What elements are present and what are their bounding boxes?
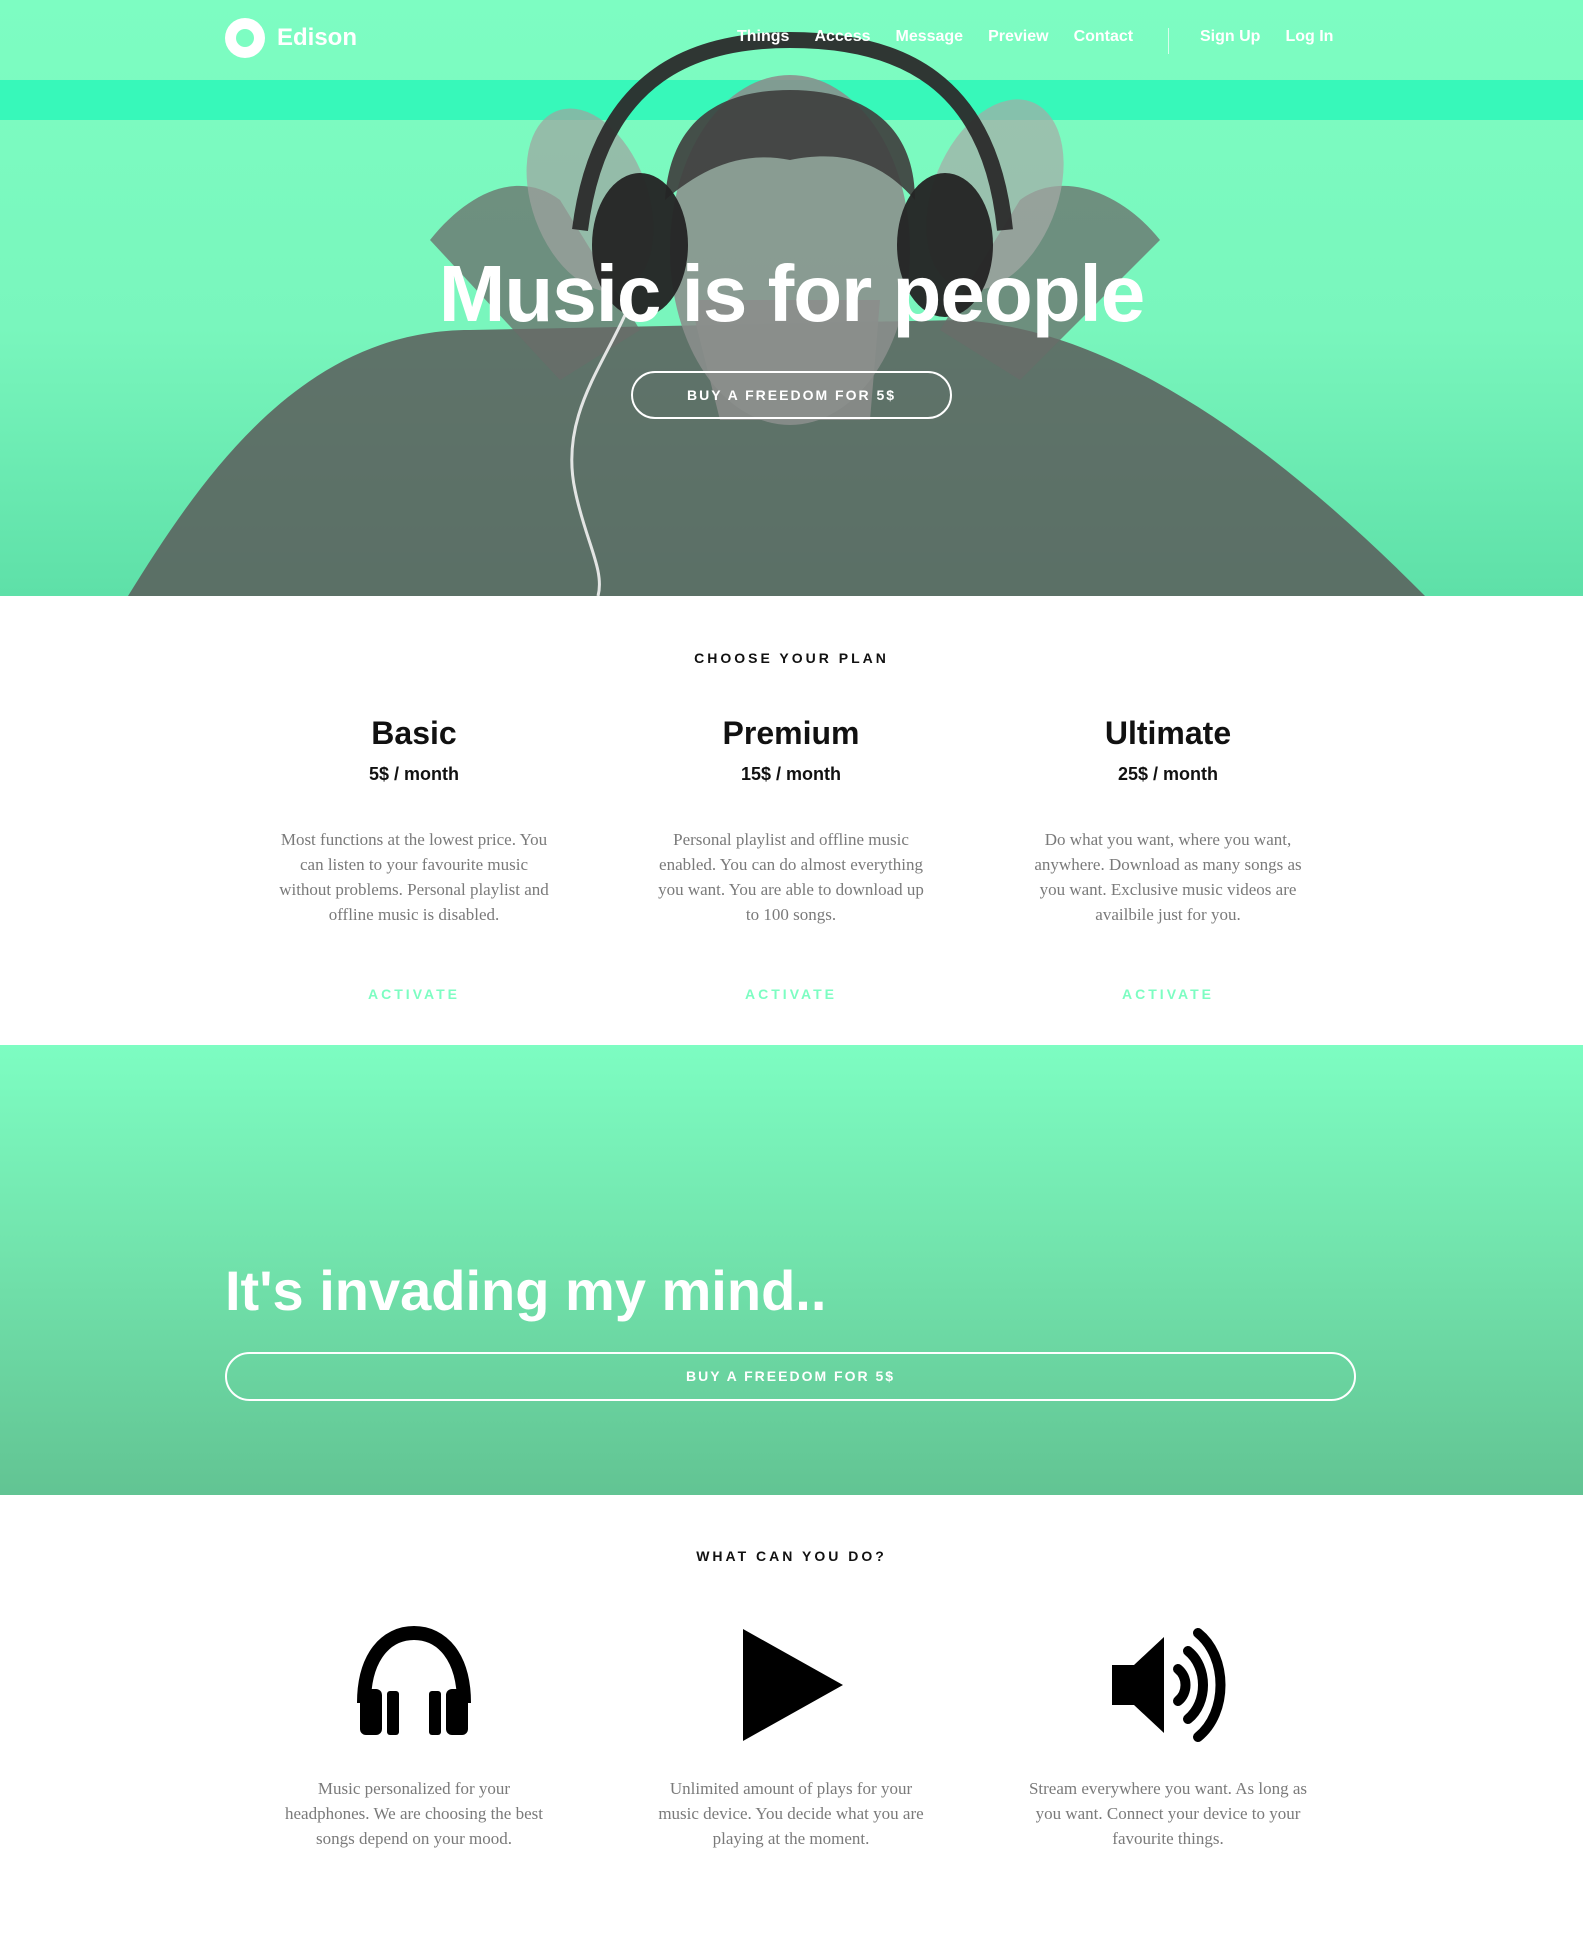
plan-description: Personal playlist and offline music enab… bbox=[658, 830, 924, 924]
plan-description: Do what you want, where you want, anywhe… bbox=[1034, 830, 1302, 924]
brand-logo[interactable]: Edison bbox=[225, 18, 357, 58]
nav-link-contact[interactable]: Contact bbox=[1074, 28, 1134, 46]
hero-section: Edison Things Access Message Preview Con… bbox=[0, 0, 1583, 596]
promo-title: It's invading my mind.. bbox=[225, 1259, 827, 1322]
activate-ultimate-button[interactable]: ACTIVATE bbox=[1028, 986, 1308, 1002]
nav-divider bbox=[1168, 28, 1169, 54]
feature-play-description: Unlimited amount of plays for your music… bbox=[658, 1779, 924, 1848]
hero-buy-button[interactable]: BUY A FREEDOM FOR 5$ bbox=[631, 371, 952, 419]
nav-link-preview[interactable]: Preview bbox=[988, 28, 1048, 46]
hero-title: Music is for people bbox=[438, 249, 1146, 338]
nav-link-things[interactable]: Things bbox=[737, 28, 789, 46]
top-navbar: Edison Things Access Message Preview Con… bbox=[0, 0, 1583, 80]
brand-name: Edison bbox=[277, 24, 358, 51]
plan-card-premium: Premium 15$ / month Personal playlist an… bbox=[651, 715, 931, 927]
play-icon bbox=[743, 1629, 843, 1741]
plan-name: Premium bbox=[722, 715, 860, 751]
plan-price: 15$ / month bbox=[740, 764, 842, 784]
nav-link-access[interactable]: Access bbox=[814, 28, 870, 46]
feature-headphones-description: Music personalized for your headphones. … bbox=[285, 1779, 543, 1848]
plan-card-basic: Basic 5$ / month Most functions at the l… bbox=[274, 715, 554, 927]
plans-section-label: CHOOSE YOUR PLAN bbox=[694, 650, 889, 666]
plan-name: Basic bbox=[371, 715, 457, 751]
nav-link-message[interactable]: Message bbox=[895, 28, 963, 46]
plan-price: 5$ / month bbox=[368, 764, 459, 784]
volume-icon bbox=[1112, 1628, 1226, 1742]
features-section-label: WHAT CAN YOU DO? bbox=[696, 1548, 887, 1564]
plan-price: 25$ / month bbox=[1117, 764, 1219, 784]
activate-premium-button[interactable]: ACTIVATE bbox=[651, 986, 931, 1002]
headphones-icon bbox=[357, 1625, 471, 1735]
feature-volume-description: Stream everywhere you want. As long as y… bbox=[1028, 1779, 1308, 1848]
logo-ring-icon bbox=[225, 18, 265, 58]
promo-buy-button[interactable]: BUY A FREEDOM FOR 5$ bbox=[225, 1352, 1356, 1401]
auth-links: Sign Up Log In bbox=[1200, 28, 1358, 46]
plan-name: Ultimate bbox=[1104, 715, 1232, 751]
activate-basic-button[interactable]: ACTIVATE bbox=[274, 986, 554, 1002]
sign-up-link[interactable]: Sign Up bbox=[1200, 28, 1260, 46]
plan-card-ultimate: Ultimate 25$ / month Do what you want, w… bbox=[1028, 715, 1308, 927]
nav-links: Things Access Message Preview Contact bbox=[737, 28, 1158, 46]
log-in-link[interactable]: Log In bbox=[1285, 28, 1333, 46]
plan-description: Most functions at the lowest price. You … bbox=[279, 830, 549, 924]
